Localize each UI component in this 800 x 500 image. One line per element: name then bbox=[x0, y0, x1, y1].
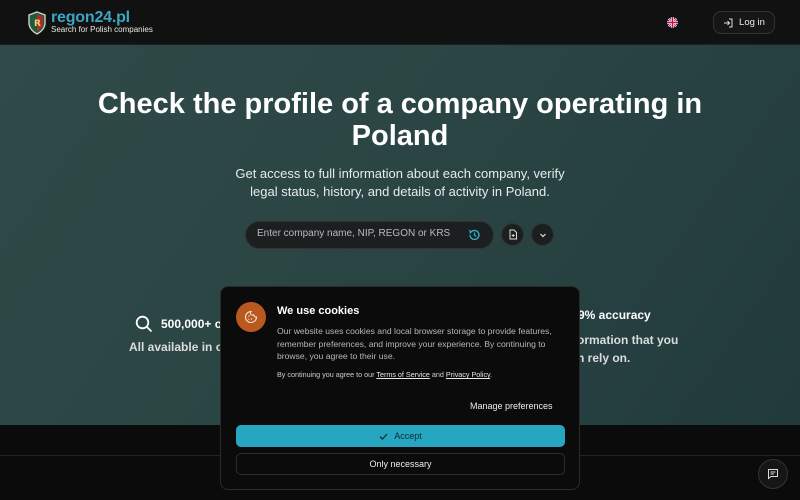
header: R regon24.pl Search for Polish companies… bbox=[0, 0, 800, 45]
search-box bbox=[245, 221, 494, 249]
logo-title: regon24.pl bbox=[51, 9, 130, 26]
only-necessary-label: Only necessary bbox=[369, 459, 432, 469]
login-label: Log in bbox=[739, 17, 765, 28]
chat-button[interactable] bbox=[758, 459, 788, 489]
hero-subtitle-line2: legal status, history, and details of ac… bbox=[250, 184, 550, 199]
check-icon bbox=[379, 433, 388, 440]
terms-and: and bbox=[431, 370, 444, 379]
stat-companies-desc: All available in ou bbox=[129, 340, 231, 354]
terms-of-service-link[interactable]: Terms of Service bbox=[376, 370, 430, 379]
stat-companies: 500,000+ c bbox=[135, 315, 221, 333]
uk-flag-icon[interactable] bbox=[667, 17, 678, 28]
hero-title-line1: Check the profile of a company operating… bbox=[97, 88, 703, 120]
terms-prefix: By continuing you agree to our bbox=[277, 370, 375, 379]
search-icon bbox=[135, 315, 153, 333]
document-icon bbox=[509, 229, 517, 240]
cookie-description: Our website uses cookies and local brows… bbox=[277, 326, 552, 361]
cookie-terms-note: By continuing you agree to our Terms of … bbox=[277, 370, 567, 379]
logo[interactable]: R regon24.pl Search for Polish companies bbox=[27, 10, 153, 35]
stat-accuracy-desc: ormation that you n rely on. bbox=[577, 331, 678, 367]
stat-accuracy-desc-line1: ormation that you bbox=[577, 333, 679, 347]
only-necessary-button[interactable]: Only necessary bbox=[236, 453, 565, 475]
chevron-down-icon bbox=[539, 233, 546, 237]
cookie-title: We use cookies bbox=[277, 305, 360, 317]
stat-accuracy-value: 9% accuracy bbox=[578, 308, 651, 322]
stat-companies-value: 500,000+ c bbox=[161, 317, 222, 331]
hero-subtitle-line1: Get access to full information about eac… bbox=[235, 166, 565, 181]
privacy-policy-link[interactable]: Privacy Policy bbox=[446, 370, 490, 379]
accept-button[interactable]: Accept bbox=[236, 425, 565, 447]
more-options-button[interactable] bbox=[531, 223, 554, 246]
stat-accuracy-desc-line2: n rely on. bbox=[577, 351, 631, 365]
chat-icon bbox=[768, 469, 778, 480]
terms-suffix: . bbox=[490, 370, 493, 379]
login-button[interactable]: Log in bbox=[713, 11, 775, 34]
svg-text:R: R bbox=[34, 19, 41, 29]
hero-title: Check the profile of a company operating… bbox=[0, 88, 800, 152]
cookie-consent-dialog: We use cookies Our website uses cookies … bbox=[220, 286, 580, 490]
search-input[interactable] bbox=[257, 228, 457, 239]
document-search-button[interactable] bbox=[501, 223, 524, 246]
hero-subtitle: Get access to full information about eac… bbox=[0, 165, 800, 201]
login-icon bbox=[724, 18, 733, 27]
cookie-icon bbox=[236, 302, 266, 332]
hero-title-line2: Poland bbox=[351, 120, 449, 152]
logo-subtitle: Search for Polish companies bbox=[51, 25, 153, 34]
manage-preferences-button[interactable]: Manage preferences bbox=[470, 401, 553, 411]
history-icon[interactable] bbox=[467, 228, 481, 242]
shield-logo-icon: R bbox=[28, 10, 46, 35]
accept-label: Accept bbox=[394, 431, 422, 441]
